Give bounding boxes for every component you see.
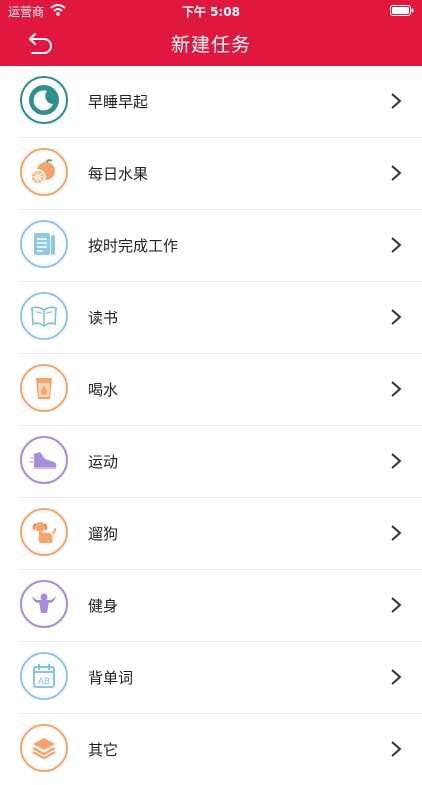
status-time: 下午 5:08	[181, 5, 241, 19]
task-row-early-sleep[interactable]: 早睡早起	[20, 66, 422, 138]
chevron-right-icon	[391, 93, 402, 109]
water-cup-icon	[20, 364, 68, 412]
task-row-reading[interactable]: 读书	[20, 282, 422, 354]
layers-icon	[20, 724, 68, 772]
task-label: 每日水果	[88, 165, 149, 183]
task-row-vocabulary[interactable]: AB 背单词	[20, 642, 422, 714]
orange-fruit-icon	[20, 148, 68, 196]
task-row-exercise[interactable]: 运动	[20, 426, 422, 498]
header: 运营商 下午 5:08 新建任务	[0, 0, 422, 66]
chevron-right-icon	[391, 237, 402, 253]
task-row-work[interactable]: 按时完成工作	[20, 210, 422, 282]
status-bar: 运营商 下午 5:08	[0, 0, 422, 22]
task-label: 健身	[88, 597, 119, 615]
moon-stars-icon	[20, 76, 68, 124]
task-label: 早睡早起	[88, 93, 149, 111]
task-row-fitness[interactable]: 健身	[20, 570, 422, 642]
task-label: 遛狗	[88, 525, 119, 543]
document-icon	[20, 220, 68, 268]
task-row-daily-fruit[interactable]: 每日水果	[20, 138, 422, 210]
muscle-man-icon	[20, 580, 68, 628]
chevron-right-icon	[391, 597, 402, 613]
chevron-right-icon	[391, 741, 402, 757]
chevron-right-icon	[391, 381, 402, 397]
dog-icon	[20, 508, 68, 556]
battery-icon	[390, 5, 414, 16]
task-label: 读书	[88, 309, 119, 327]
task-row-drink-water[interactable]: 喝水	[20, 354, 422, 426]
task-label: 按时完成工作	[88, 237, 179, 255]
svg-text:AB: AB	[38, 676, 50, 686]
task-label: 喝水	[88, 381, 119, 399]
chevron-right-icon	[391, 453, 402, 469]
open-book-icon	[20, 292, 68, 340]
sneaker-icon	[20, 436, 68, 484]
task-label: 运动	[88, 453, 119, 471]
chevron-right-icon	[391, 165, 402, 181]
page-title: 新建任务	[170, 34, 251, 56]
task-row-walk-dog[interactable]: 遛狗	[20, 498, 422, 570]
chevron-right-icon	[391, 525, 402, 541]
chevron-right-icon	[391, 669, 402, 685]
task-label: 背单词	[88, 669, 134, 687]
chevron-right-icon	[391, 309, 402, 325]
task-list: 早睡早起 每日水果 按时完成工作 读书 喝水 运动 遛狗 健身 AB 背单词 其…	[0, 66, 422, 785]
vocabulary-calendar-icon: AB	[20, 652, 68, 700]
